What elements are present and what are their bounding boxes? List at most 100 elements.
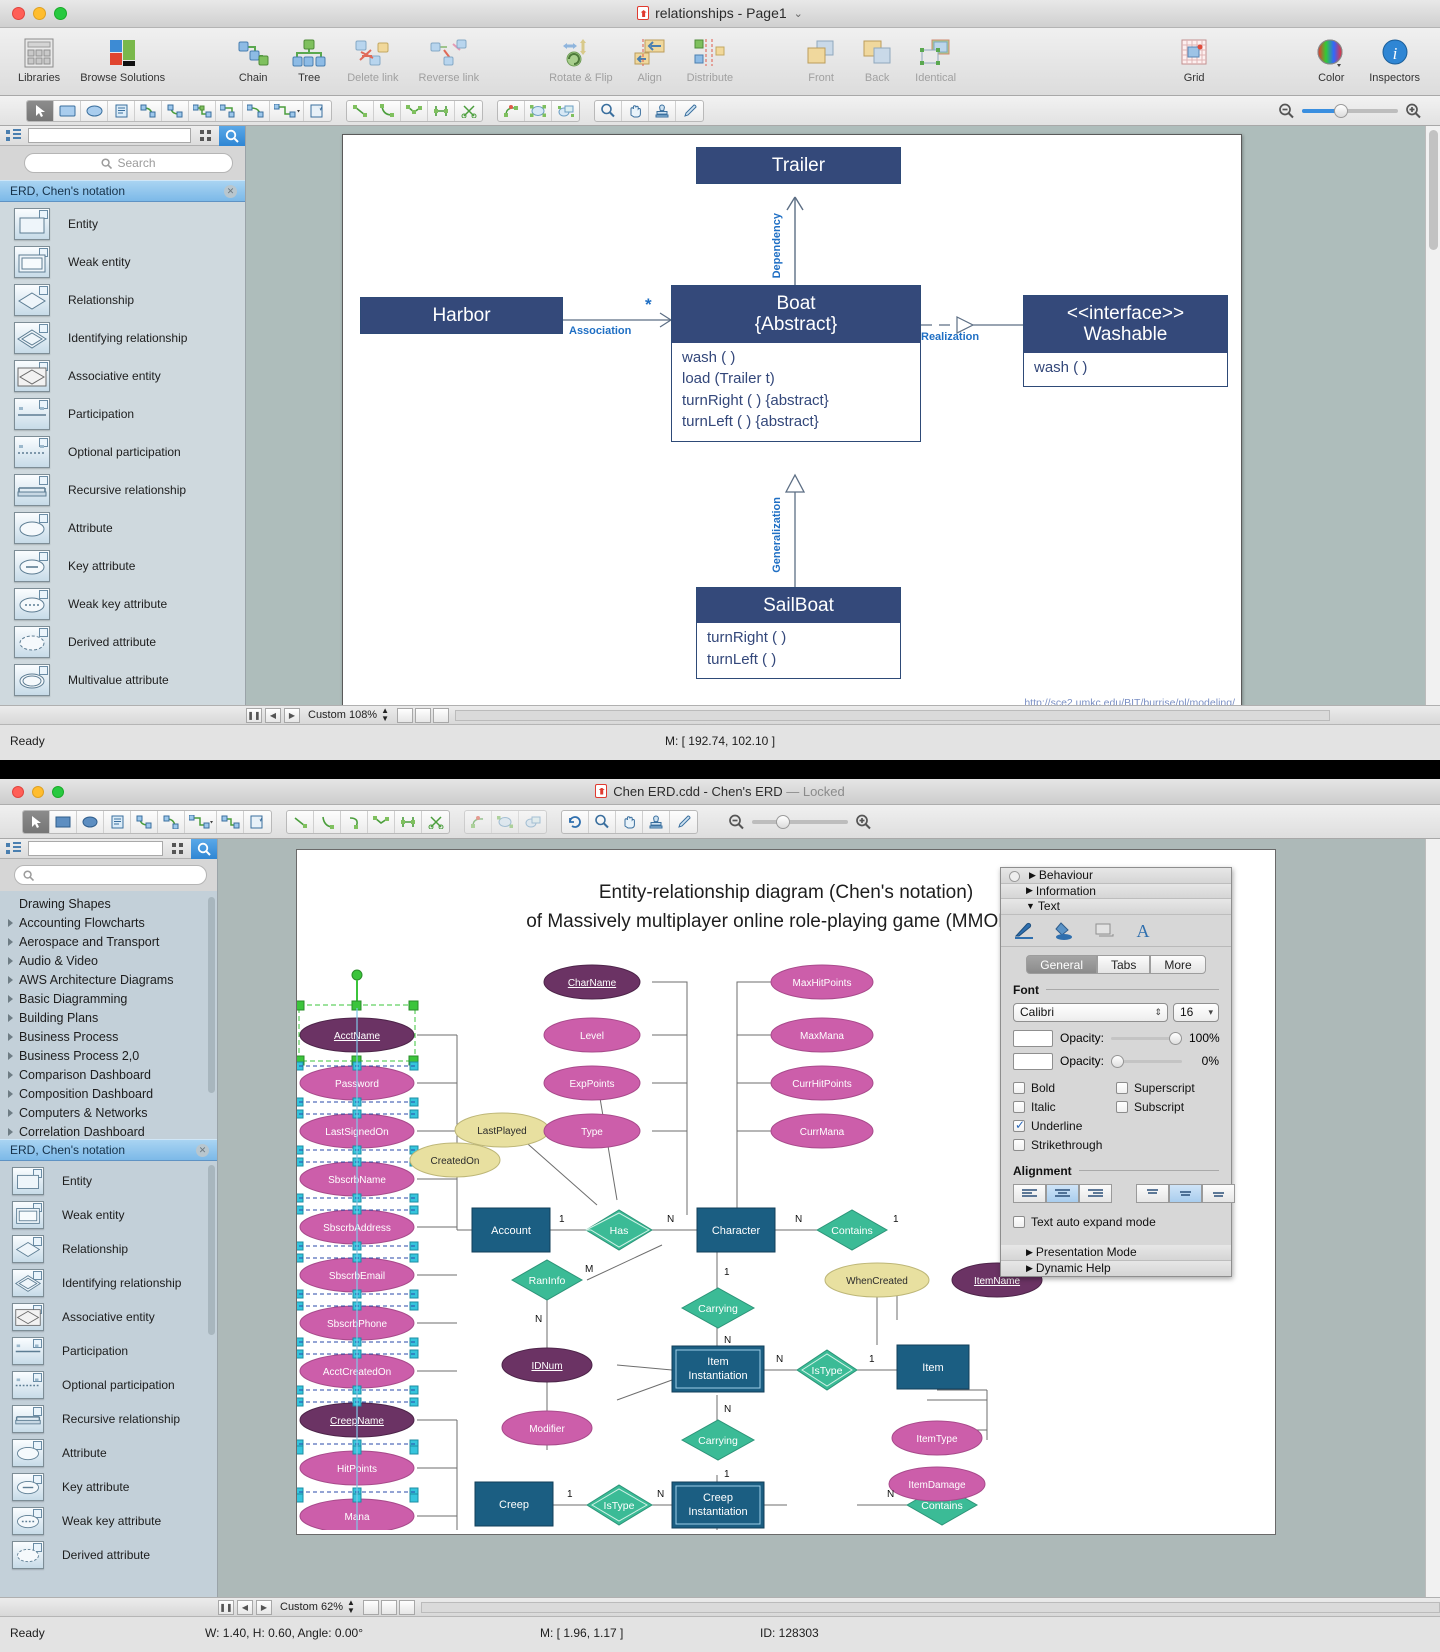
- ribbon-libraries[interactable]: Libraries: [8, 28, 70, 84]
- zoom-slider-2[interactable]: [752, 814, 848, 829]
- align-right-icon[interactable]: [1079, 1183, 1112, 1203]
- shape2-item-weak-key-attribute[interactable]: Weak key attribute: [0, 1504, 217, 1538]
- rectangle-tool-icon-2[interactable]: [50, 810, 77, 833]
- shape-item-weak-entity[interactable]: Weak entity: [0, 243, 245, 281]
- zoom-in-icon-2[interactable]: [855, 814, 872, 830]
- ribbon-identical[interactable]: Identical: [905, 28, 966, 84]
- uml-class-harbor[interactable]: Harbor: [360, 297, 563, 335]
- ungroup-shapes-icon[interactable]: [552, 101, 579, 121]
- checkbox-underline[interactable]: Underline: [1013, 1118, 1116, 1135]
- connector-tool-5-icon[interactable]: [243, 100, 270, 121]
- zoom-level-field[interactable]: Custom 108% ▲ ▼: [308, 707, 389, 723]
- tool-group-edit-2[interactable]: [464, 809, 547, 834]
- line-tool-icon-2[interactable]: [287, 810, 314, 833]
- shape-item-participation[interactable]: Participation: [0, 395, 245, 433]
- tree-item-comparison-dashboard[interactable]: Comparison Dashboard: [0, 1065, 217, 1084]
- shape-item-associative-entity[interactable]: Associative entity: [0, 357, 245, 395]
- text-background-swatch[interactable]: [1013, 1052, 1053, 1070]
- window1-sidebar[interactable]: Search ERD, Chen's notation ✕ Entity Weak…: [0, 125, 246, 760]
- view-single-page-icon-2[interactable]: [362, 1599, 379, 1615]
- uml-canvas[interactable]: Trailer Harbor Boat {Abstract} wash ( ) …: [342, 134, 1242, 714]
- tree-item-building-plans[interactable]: Building Plans: [0, 1008, 217, 1027]
- shape2-item-relationship[interactable]: Relationship: [0, 1232, 217, 1266]
- chevron-right-icon[interactable]: [8, 1108, 13, 1117]
- chevron-right-icon[interactable]: [8, 1051, 13, 1060]
- ungroup-shapes-icon-2[interactable]: [519, 811, 546, 833]
- close-library-icon-2[interactable]: ✕: [196, 1143, 209, 1157]
- tool-group-lines-2[interactable]: [286, 809, 450, 834]
- view-single-page-icon[interactable]: [397, 707, 414, 723]
- sidebar1-header[interactable]: [0, 125, 245, 146]
- ribbon-chain[interactable]: Chain: [225, 28, 281, 84]
- tool-group-shapes-2[interactable]: [22, 809, 272, 834]
- hand-tool-icon[interactable]: [622, 100, 649, 121]
- library-header-erd[interactable]: ERD, Chen's notation ✕: [0, 180, 245, 202]
- tree-item-composition-dashboard[interactable]: Composition Dashboard: [0, 1084, 217, 1103]
- ellipse-tool-icon[interactable]: [81, 100, 108, 121]
- shadow-icon[interactable]: [1093, 920, 1115, 940]
- eyedropper-tool-icon[interactable]: [676, 101, 703, 121]
- checkbox-superscript-box[interactable]: [1116, 1082, 1128, 1094]
- shape-item-weak-key-attribute[interactable]: Weak key attribute: [0, 585, 245, 623]
- font-size-select[interactable]: 16 ▾: [1173, 1002, 1219, 1022]
- smart-connector-tool-icon-2[interactable]: [244, 811, 271, 833]
- uml-class-boat[interactable]: Boat {Abstract} wash ( ) load (Trailer t…: [671, 285, 921, 442]
- connector-tool-2-icon[interactable]: [162, 100, 189, 121]
- prev-page-button[interactable]: ◀: [265, 707, 281, 723]
- page-view-buttons[interactable]: [397, 707, 450, 723]
- pen-icon[interactable]: [1013, 920, 1035, 940]
- close-button[interactable]: [12, 7, 25, 20]
- zoom-out-icon-2[interactable]: [728, 814, 745, 830]
- connector-tool-3-icon[interactable]: [189, 100, 216, 121]
- chevron-right-icon[interactable]: [8, 1089, 13, 1098]
- inspector-row-behaviour[interactable]: ▶ Behaviour: [1001, 868, 1231, 884]
- ribbon-back[interactable]: Back: [849, 28, 905, 84]
- checkbox-italic-box[interactable]: [1013, 1101, 1025, 1113]
- checkbox-strikethrough-box[interactable]: [1013, 1139, 1025, 1151]
- maximize-button[interactable]: [54, 7, 67, 20]
- pointer-tool-icon[interactable]: [27, 100, 54, 121]
- library-header-erd-2[interactable]: ERD, Chen's notation ✕: [0, 1139, 217, 1161]
- shape-item-multivalue-attribute[interactable]: Multivalue attribute: [0, 661, 245, 699]
- shape-item-recursive-relationship[interactable]: Recursive relationship: [0, 471, 245, 509]
- font-family-select[interactable]: Calibri ⇕: [1013, 1002, 1168, 1022]
- shape2-item-identifying-relationship[interactable]: Identifying relationship: [0, 1266, 217, 1300]
- grid-view-icon-2[interactable]: [165, 839, 191, 859]
- checkbox-italic[interactable]: Italic: [1013, 1099, 1116, 1116]
- inspector-icon-bar[interactable]: A: [1001, 914, 1231, 947]
- checkbox-auto-expand-box[interactable]: [1013, 1216, 1025, 1228]
- shape-item-relationship[interactable]: Relationship: [0, 281, 245, 319]
- ribbon-delete-link[interactable]: Delete link: [337, 28, 408, 84]
- shape2-item-weak-entity[interactable]: Weak entity: [0, 1198, 217, 1232]
- window2-toolbar[interactable]: [0, 805, 1440, 839]
- zoom-in-icon[interactable]: [1405, 103, 1422, 119]
- next-page-button-2[interactable]: ▶: [256, 1599, 272, 1615]
- ribbon-browse-solutions[interactable]: Browse Solutions: [70, 28, 175, 84]
- zoom-slider[interactable]: [1302, 103, 1398, 118]
- edit-points-tool-icon[interactable]: [428, 100, 455, 121]
- chevron-right-icon[interactable]: [8, 1032, 13, 1041]
- text-tool-icon-2[interactable]: [104, 810, 131, 833]
- tab-general[interactable]: General: [1026, 954, 1097, 974]
- shape-item-key-attribute[interactable]: Key attribute: [0, 547, 245, 585]
- window-relationships[interactable]: relationships - Page1 ⌄ Libraries Browse …: [0, 0, 1440, 760]
- shape-list-2[interactable]: Entity Weak entity Relationship Identifying…: [0, 1161, 217, 1652]
- view-grid-page-icon[interactable]: [433, 707, 450, 723]
- inspector-radio-icon[interactable]: [1009, 870, 1020, 882]
- connector-tool-1-icon[interactable]: [135, 100, 162, 121]
- tab-tabs[interactable]: Tabs: [1097, 954, 1151, 974]
- chevron-right-icon[interactable]: [8, 918, 13, 927]
- shape2-item-attribute[interactable]: Attribute: [0, 1436, 217, 1470]
- tree-item-basic-diagramming[interactable]: Basic Diagramming: [0, 989, 217, 1008]
- scissors-tool-icon-2[interactable]: [422, 811, 449, 833]
- smart-connector-tool-icon[interactable]: [304, 101, 331, 121]
- tree-item-aerospace-and-transport[interactable]: Aerospace and Transport: [0, 932, 217, 951]
- align-left-icon[interactable]: [1013, 1183, 1046, 1203]
- chevron-down-icon[interactable]: ⌄: [794, 8, 803, 20]
- window1-zoom-status-row[interactable]: ❚❚ ◀ ▶ Custom 108% ▲ ▼: [0, 705, 1440, 724]
- prev-page-button-2[interactable]: ◀: [237, 1599, 253, 1615]
- tree-scrollbar[interactable]: [208, 897, 215, 1093]
- inspector-panel[interactable]: ▶ Behaviour ▶ Information ▼ Text A Gener…: [1000, 867, 1235, 1277]
- tree-item-accounting-flowcharts[interactable]: Accounting Flowcharts: [0, 913, 217, 932]
- window1-vertical-scrollbar[interactable]: [1425, 126, 1440, 742]
